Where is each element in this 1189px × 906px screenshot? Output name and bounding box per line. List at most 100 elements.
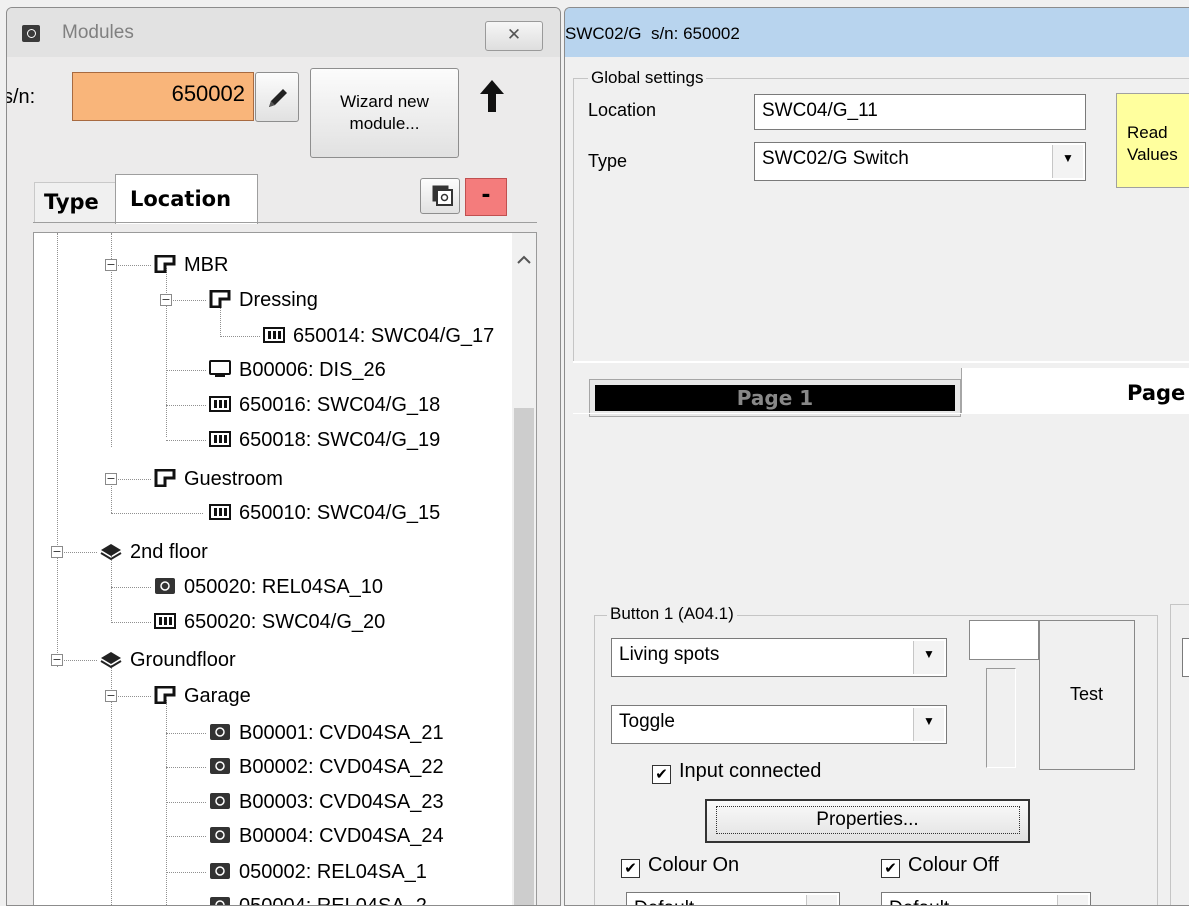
modules-title-bar[interactable]: Modules ✕ [7,8,560,57]
tree-line [111,696,151,697]
tree-item[interactable]: 650018: SWC04/G_19 [209,423,440,457]
room-icon [209,290,231,308]
wizard-label-line2: module... [349,114,420,133]
location-tree[interactable]: − − − − − − MBR Dressing 650014: SWC04/G… [33,232,537,906]
tree-line [166,836,206,837]
tree-line [111,513,203,514]
tree-item[interactable]: MBR [154,248,228,282]
tree-item-label: 050004: REL04SA_2 [239,895,427,906]
tree-item[interactable]: 2nd floor [100,535,208,569]
chevron-down-icon: ▼ [913,708,944,741]
close-icon: ✕ [506,25,522,45]
room-icon [154,255,176,273]
tab-page-1-label: Page 1 [595,385,955,411]
input-connected-checkbox[interactable]: ✔ Input connected [652,760,821,784]
module-title: SWC02/G s/n: 650002 [565,24,740,43]
switch-icon [154,613,176,629]
scroll-up-icon[interactable] [517,255,531,265]
collapse-icon[interactable]: − [105,259,117,271]
tree-item[interactable]: B00004: CVD04SA_24 [209,819,444,853]
tree-item[interactable]: B00002: CVD04SA_22 [209,750,444,784]
tree-line [111,479,151,480]
test-button[interactable]: Test [1039,620,1135,770]
colour-off-checkbox[interactable]: ✔ Colour Off [881,854,999,878]
close-button[interactable]: ✕ [485,21,543,51]
tree-line [166,733,206,734]
edit-sn-button[interactable] [255,72,299,122]
wizard-new-module-button[interactable]: Wizard new module... [310,68,459,158]
tree-item[interactable]: B00006: DIS_26 [209,353,386,387]
tree-item-label: 2nd floor [130,541,208,563]
check-icon: ✔ [621,859,640,878]
colour-on-value: Default [634,898,694,905]
tab-page-2[interactable]: Page 2 [961,368,1189,413]
tree-item-label: 650020: SWC04/G_20 [184,611,386,633]
tab-page-1[interactable]: Page 1 [589,379,961,417]
tree-item[interactable]: 650016: SWC04/G_18 [209,388,440,422]
tree-item-label: Dressing [239,289,318,311]
relay-icon [210,724,230,740]
tree-item[interactable]: 650020: SWC04/G_20 [154,605,385,639]
colour-on-checkbox[interactable]: ✔ Colour On [621,854,739,878]
collapse-icon[interactable]: − [51,546,63,558]
tree-item[interactable]: 650010: SWC04/G_15 [209,496,440,530]
remove-button[interactable]: - [465,178,507,216]
modules-title: Modules [62,22,134,43]
relay-icon [210,758,230,774]
tree-item[interactable]: 650014: SWC04/G_17 [263,319,494,353]
tree-item[interactable]: Guestroom [154,462,283,496]
floor-icon [100,652,122,668]
tree-item-label: 050020: REL04SA_10 [184,576,384,598]
tree-item[interactable]: Garage [154,679,251,713]
tree-item[interactable]: B00001: CVD04SA_21 [209,716,444,750]
arrow-up-icon[interactable] [478,78,506,114]
copy-button[interactable] [420,178,460,214]
tree-item-label: 650018: SWC04/G_19 [239,429,441,451]
tab-location[interactable]: Location [115,174,258,224]
module-title-bar[interactable]: SWC02/G s/n: 650002 [565,8,1189,57]
type-select[interactable]: SWC02/G Switch ▼ [754,142,1086,181]
switch-icon [263,327,285,343]
tree-item-label: B00003: CVD04SA_23 [239,791,444,813]
tree-line [220,336,260,337]
button1-mode-select[interactable]: Toggle ▼ [611,705,947,744]
read-values-button[interactable]: Read Values [1116,93,1189,188]
switch-icon [209,396,231,412]
tree-scrollbar[interactable] [512,233,536,905]
location-input[interactable]: SWC04/G_11 [754,94,1086,130]
tree-item[interactable]: 050020: REL04SA_10 [154,570,383,604]
collapse-icon[interactable]: − [105,473,117,485]
tree-item[interactable]: 050004: REL04SA_2 [209,889,427,906]
tree-item-label: 050002: REL04SA_1 [239,861,427,883]
properties-button[interactable]: Properties... [705,799,1030,843]
modules-window: Modules ✕ s/n: 650002 Wizard new module.… [6,7,561,906]
tree-item[interactable]: 050002: REL04SA_1 [209,855,427,889]
tree-item-label: Garage [184,685,251,707]
button2-select-edge[interactable] [1182,638,1189,677]
button1-target-select[interactable]: Living spots ▼ [611,638,947,677]
collapse-icon[interactable]: − [105,690,117,702]
tab-type[interactable]: Type [34,182,116,222]
page-tabs [573,361,1189,363]
room-icon [154,686,176,704]
location-label: Location [588,100,657,120]
collapse-icon[interactable]: − [51,654,63,666]
relay-icon [210,863,230,879]
wizard-label-line1: Wizard new [340,92,429,111]
tree-item-label: B00004: CVD04SA_24 [239,825,444,847]
colour-on-label: Colour On [648,854,740,876]
collapse-icon[interactable]: − [160,294,172,306]
minus-icon: - [481,183,491,208]
tree-item-label: B00001: CVD04SA_21 [239,722,444,744]
tree-line [111,265,151,266]
pencil-icon [269,89,287,107]
tree-item[interactable]: B00003: CVD04SA_23 [209,785,444,819]
sn-input[interactable]: 650002 [72,72,254,121]
chevron-down-icon: ▼ [806,895,837,905]
check-icon: ✔ [881,859,900,878]
tree-item[interactable]: Dressing [209,283,318,317]
tree-item[interactable]: Groundfloor [100,643,236,677]
scrollbar-thumb[interactable] [514,408,534,905]
test-button-label: Test [1070,684,1104,704]
chevron-down-icon: ▼ [913,641,944,674]
